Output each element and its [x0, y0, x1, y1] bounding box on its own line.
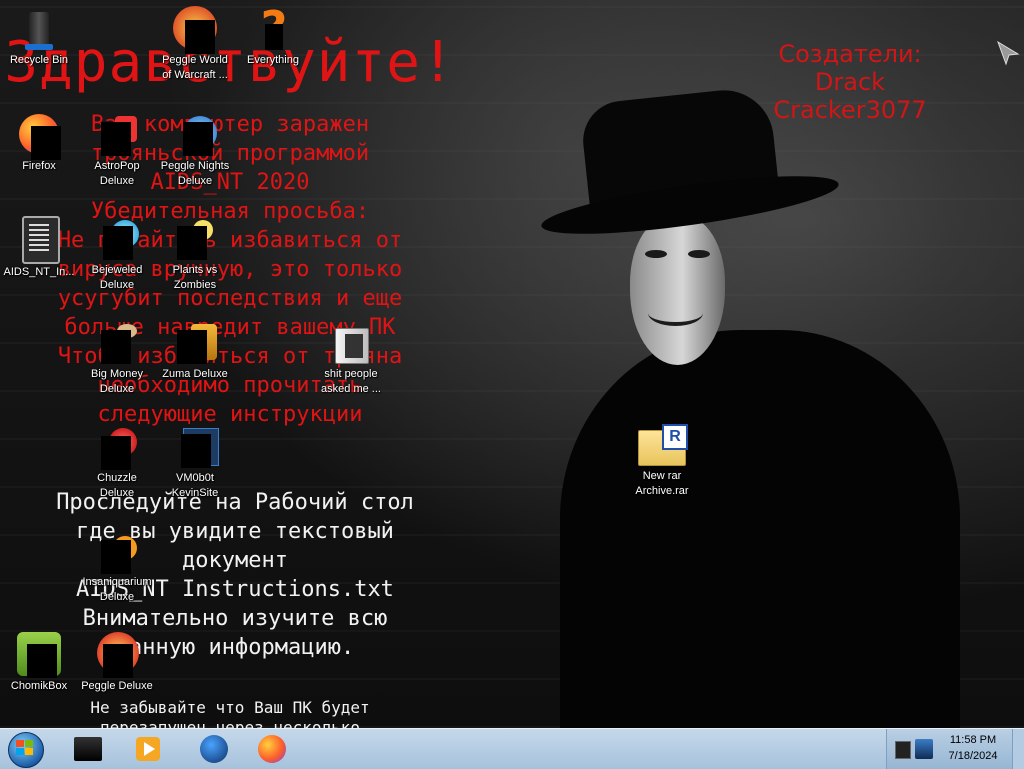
- taskbar-media-player-button[interactable]: [122, 731, 174, 767]
- desktop-icon-label: New rar Archive.rar: [635, 470, 689, 497]
- desktop-icon-plants-vs-zombies[interactable]: Plants vs Zombies: [157, 220, 233, 293]
- desktop-icon-label: VM0b0t KevinSite: [171, 472, 219, 499]
- warning-line: следующие инструкции: [97, 402, 363, 427]
- text-document-icon: [20, 216, 60, 264]
- network-globe-icon: [200, 735, 228, 763]
- desktop-icon-label: Zuma Deluxe: [162, 368, 228, 380]
- desktop-icon-label: Chuzzle Deluxe: [97, 472, 137, 499]
- firefox-icon: [258, 735, 286, 763]
- media-player-icon: [136, 737, 160, 761]
- taskbar-app-icon: [74, 737, 102, 761]
- desktop-icon-label: AstroPop Deluxe: [94, 160, 140, 187]
- desktop-icon-folder[interactable]: shit people asked me ...: [313, 324, 389, 397]
- clock-date: 7/18/2024: [948, 750, 998, 762]
- desktop-icon-chomikbox[interactable]: ChomikBox: [1, 632, 77, 694]
- desktop-icon-label: AIDS_NT_In...: [3, 266, 75, 278]
- folder-icon: [331, 324, 371, 364]
- desktop-icon-recycle-bin[interactable]: Recycle Bin: [1, 10, 77, 68]
- desktop-icon-peggle-deluxe[interactable]: Peggle Deluxe: [79, 632, 155, 694]
- start-button[interactable]: [4, 730, 48, 768]
- vm0b0t-icon: [175, 428, 219, 468]
- peggle-wow-icon: [173, 6, 217, 54]
- taskbar-app-button[interactable]: [62, 731, 114, 767]
- desktop-icon-bejeweled[interactable]: Bejeweled Deluxe: [79, 220, 155, 293]
- desktop-icon-aids-nt-instructions[interactable]: AIDS_NT_In...: [1, 216, 77, 280]
- taskbar: 11:58 PM 7/18/2024: [0, 728, 1024, 769]
- wallpaper-mask-smile: [648, 300, 703, 326]
- recycle-bin-icon: [19, 10, 59, 50]
- desktop-icon-label: Everything: [247, 54, 299, 66]
- network-status-icon[interactable]: [915, 739, 933, 759]
- desktop-icon-zuma[interactable]: Zuma Deluxe: [157, 324, 233, 382]
- wallpaper-mask-eye: [688, 250, 710, 258]
- wallpaper-mask-eye: [645, 250, 667, 258]
- insaniquarium-icon: [97, 532, 137, 574]
- taskbar-clock[interactable]: 11:58 PM 7/18/2024: [944, 732, 1002, 764]
- creators-credit: Создатели: Drack Cracker3077: [760, 40, 940, 124]
- creators-line: Drack: [814, 68, 886, 96]
- desktop-icon-peggle-wow[interactable]: Peggle World of Warcraft ...: [157, 6, 233, 83]
- show-desktop-button[interactable]: [1012, 729, 1024, 769]
- wallpaper-figure-cloak: [560, 330, 960, 728]
- desktop-icon-big-money[interactable]: Big Money Deluxe: [79, 324, 155, 397]
- desktop-icon-vm0b0t[interactable]: VM0b0t KevinSite: [157, 428, 233, 501]
- desktop-icon-rar-archive[interactable]: R New rar Archive.rar: [624, 424, 700, 499]
- rar-archive-icon: R: [638, 424, 688, 466]
- desktop-icon-astropop[interactable]: AstroPop Deluxe: [79, 116, 155, 189]
- desktop-icon-label: Peggle Nights Deluxe: [160, 160, 230, 187]
- creators-line: Cracker3077: [773, 96, 927, 124]
- astropop-icon: [97, 116, 137, 156]
- taskbar-firefox-button[interactable]: [246, 731, 298, 767]
- creators-line: Создатели:: [778, 40, 922, 68]
- chomikbox-icon: [17, 632, 61, 678]
- wallpaper-mask: [630, 215, 725, 365]
- instruction-line: Внимательно изучите всю: [82, 606, 388, 631]
- reminder-line: перезапущен через несколько: [99, 718, 361, 728]
- desktop-icon-chuzzle[interactable]: Chuzzle Deluxe: [79, 428, 155, 501]
- battery-icon[interactable]: [895, 741, 911, 759]
- windows-logo-icon: [16, 740, 34, 756]
- reminder-line: Не забывайте что Ваш ПК будет: [90, 698, 370, 717]
- desktop-icon-label: Recycle Bin: [9, 54, 69, 66]
- desktop-icon-insaniquarium[interactable]: Insaniquarium Deluxe: [79, 532, 155, 605]
- desktop-background: Здравствуйте! Ваш компьютер заражен троя…: [0, 0, 1024, 728]
- chuzzle-icon: [97, 428, 137, 470]
- desktop-icon-label: ChomikBox: [10, 680, 68, 692]
- desktop-icon-label: Plants vs Zombies: [172, 264, 218, 291]
- taskbar-network-button[interactable]: [188, 731, 240, 767]
- peggle-deluxe-icon: [95, 632, 139, 678]
- desktop-icon-label: Peggle World of Warcraft ...: [162, 54, 228, 81]
- ransom-reminder: Не забывайте что Ваш ПК будет перезапуще…: [40, 698, 420, 728]
- clock-time: 11:58 PM: [949, 734, 997, 746]
- bejeweled-icon: [97, 220, 139, 260]
- desktop-icon-label: Big Money Deluxe: [91, 368, 143, 395]
- desktop-icon-label: shit people asked me ...: [321, 368, 381, 395]
- big-money-icon: [97, 324, 137, 364]
- desktop-icon-label: Firefox: [22, 160, 56, 172]
- desktop-icon-label: Insaniquarium Deluxe: [82, 576, 152, 603]
- desktop-icon-label: Bejeweled Deluxe: [91, 264, 143, 291]
- mouse-cursor-icon: [997, 40, 1020, 66]
- everything-icon: ?: [251, 5, 295, 51]
- desktop-icon-firefox[interactable]: Firefox: [1, 112, 77, 174]
- firefox-icon: [17, 112, 61, 160]
- zuma-icon: [175, 324, 217, 364]
- desktop-icon-everything[interactable]: ? Everything: [235, 5, 311, 68]
- desktop-icon-peggle-nights[interactable]: Peggle Nights Deluxe: [157, 116, 233, 189]
- peggle-nights-icon: [175, 116, 217, 156]
- plants-vs-zombies-icon: [175, 220, 215, 260]
- desktop-icon-label: Peggle Deluxe: [81, 680, 153, 692]
